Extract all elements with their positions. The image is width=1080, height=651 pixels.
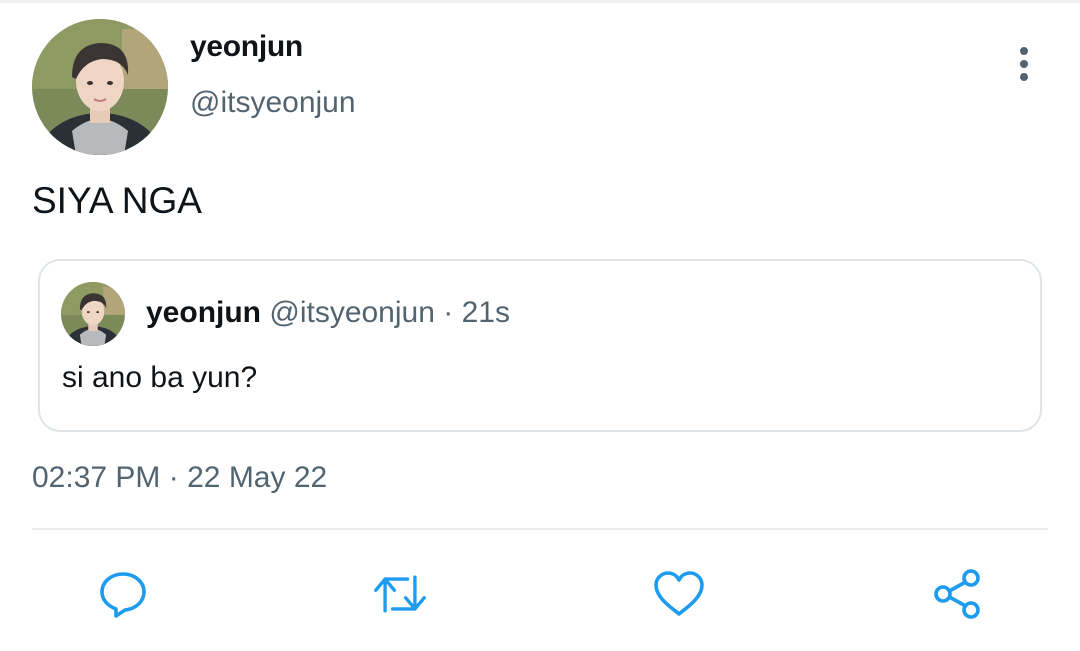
retweet-icon (374, 575, 426, 613)
author-avatar[interactable] (32, 19, 168, 155)
tweet-timestamp: 02:37 PM · 22 May 22 (32, 461, 327, 495)
tweet-time: 02:37 PM (32, 461, 161, 494)
author-display-name[interactable]: yeonjun (190, 30, 303, 64)
quoted-author-avatar (61, 282, 125, 346)
quoted-tweet-card[interactable]: yeonjun @itsyeonjun · 21s si ano ba yun? (38, 259, 1042, 432)
retweet-button[interactable] (372, 566, 428, 622)
quoted-separator: · (443, 296, 454, 329)
share-button[interactable] (929, 566, 985, 622)
quoted-tweet-text: si ano ba yun? (62, 361, 258, 394)
more-vertical-icon (1020, 47, 1028, 55)
avatar-photo (32, 19, 168, 155)
tweet-date: 22 May 22 (187, 461, 328, 494)
timestamp-separator: · (168, 461, 179, 494)
reply-icon (100, 572, 146, 618)
more-vertical-icon-dot (1020, 60, 1028, 68)
more-options-button[interactable] (1006, 42, 1042, 86)
quoted-author-display-name: yeonjun (146, 296, 262, 329)
quoted-relative-time: 21s (461, 296, 510, 329)
like-button[interactable] (651, 566, 707, 622)
quoted-tweet-header: yeonjun @itsyeonjun · 21s (146, 296, 510, 330)
more-vertical-icon-dot (1020, 73, 1028, 81)
author-handle[interactable]: @itsyeonjun (190, 86, 356, 120)
action-bar-divider (32, 528, 1048, 530)
heart-icon (654, 571, 704, 616)
share-icon (934, 569, 980, 619)
reply-button[interactable] (95, 566, 151, 622)
top-divider (0, 0, 1080, 3)
avatar-photo (61, 282, 125, 346)
quoted-author-handle: @itsyeonjun (269, 296, 435, 329)
tweet-text: SIYA NGA (32, 180, 202, 221)
